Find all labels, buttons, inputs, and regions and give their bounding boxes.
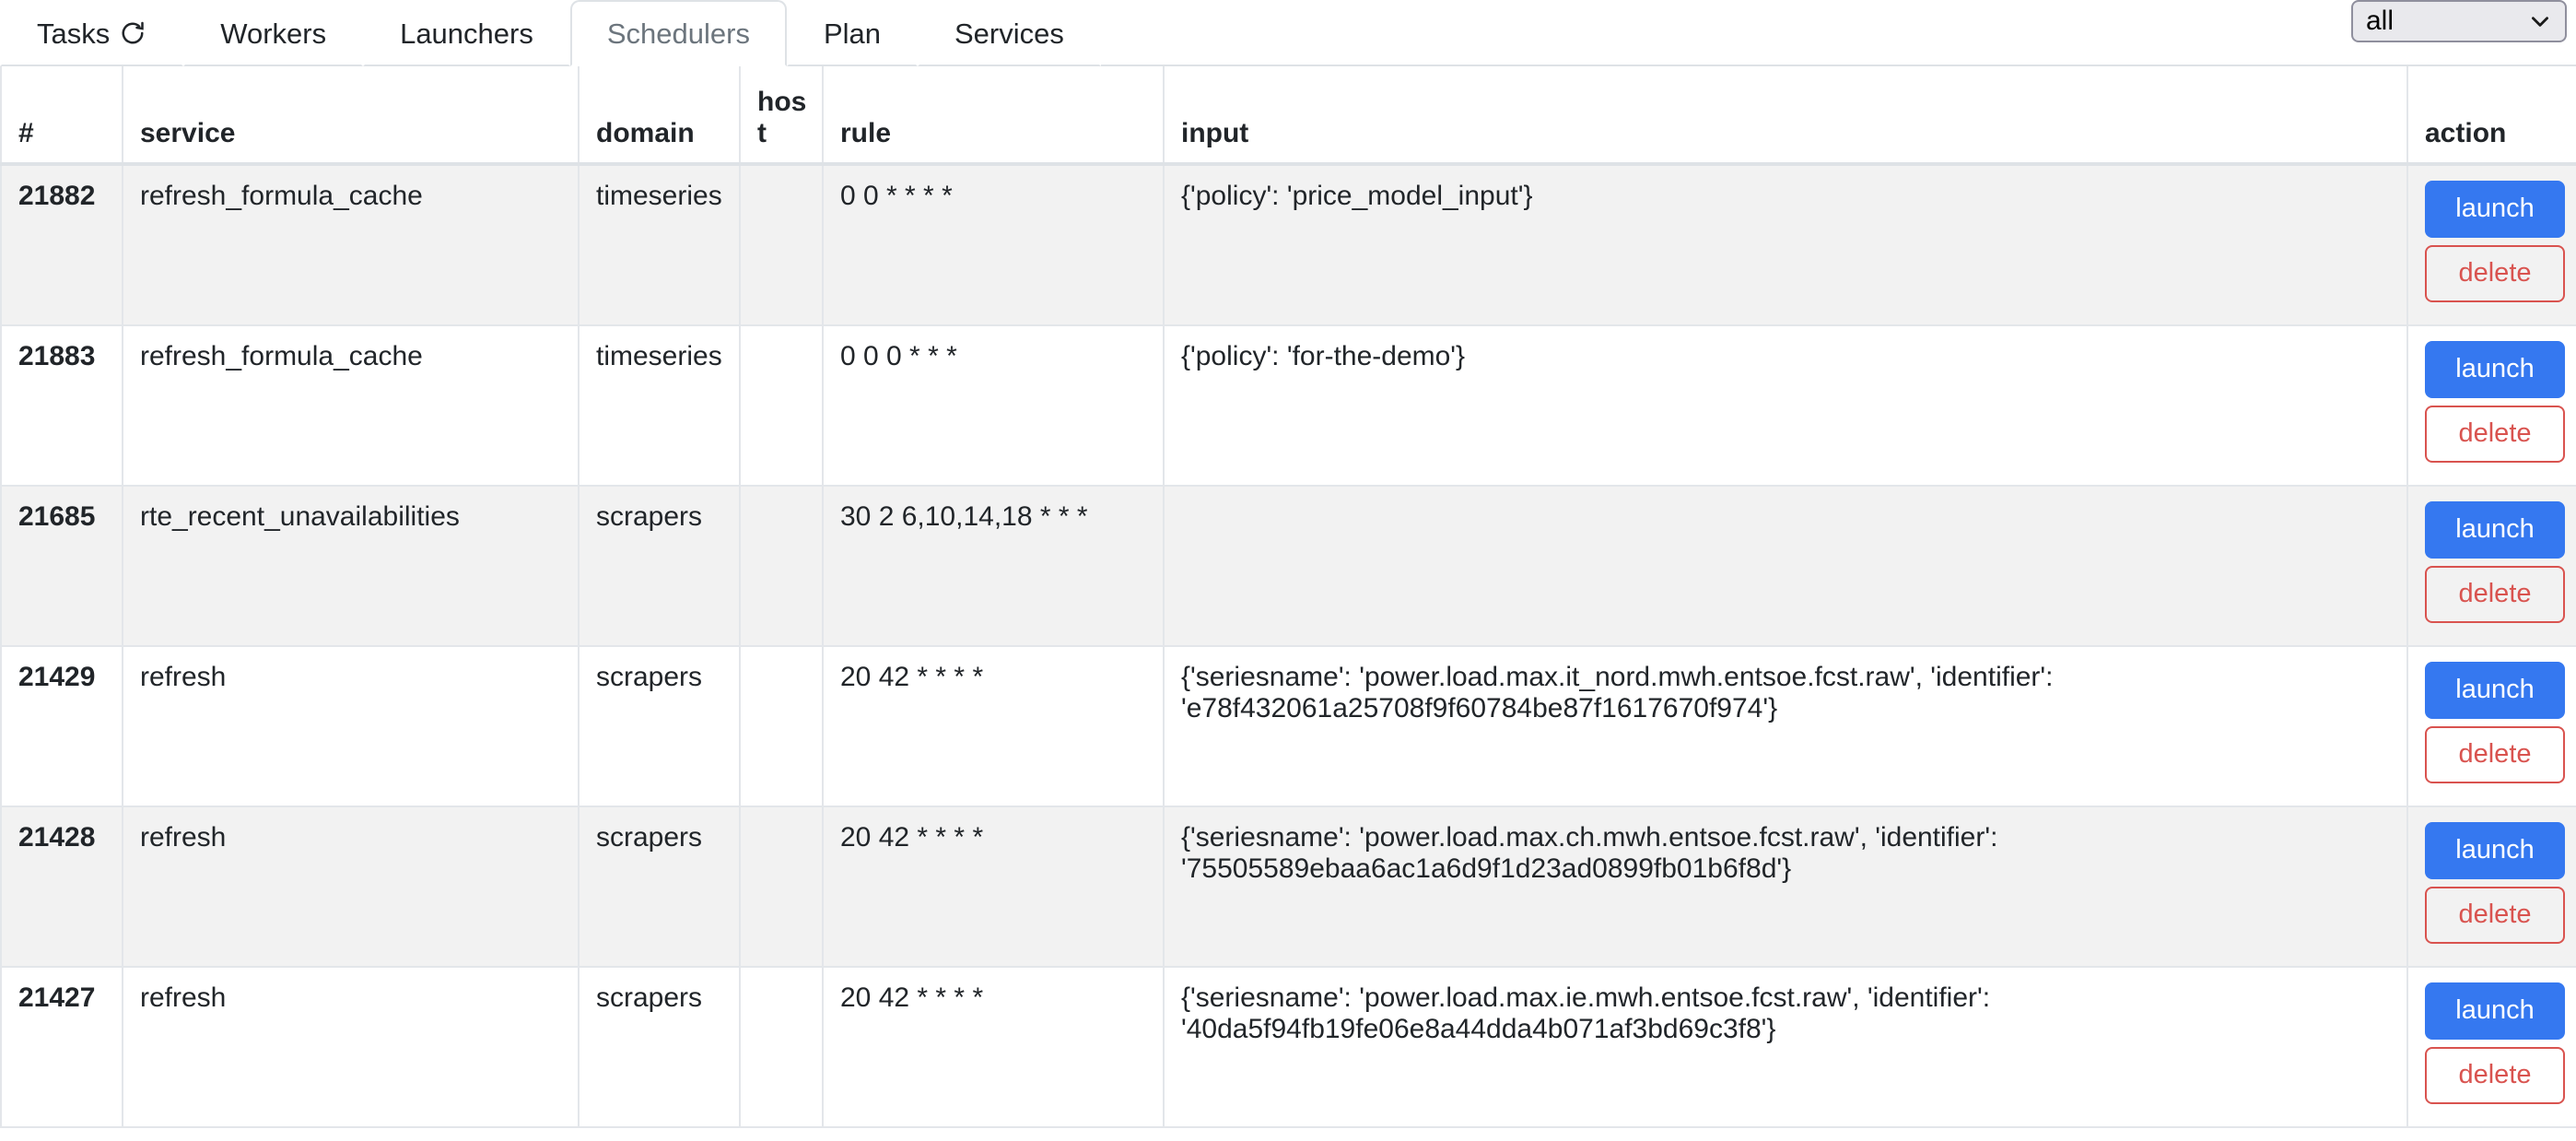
cell-rule: 30 2 6,10,14,18 * * * [822,485,1165,647]
domain-filter-value: all [2366,6,2395,36]
cell-domain: timeseries [578,163,741,326]
main-tab-bar: Tasks Workers Launchers Schedulers Plan Servi… [0,0,2576,66]
tab-label: Tasks [37,17,111,50]
column-header-input: input [1163,66,2408,166]
delete-button[interactable]: delete [2425,887,2565,944]
cell-rule: 20 42 * * * * [822,645,1165,807]
launch-button[interactable]: launch [2425,341,2565,398]
cell-action: launch delete [2406,806,2576,968]
tab-services[interactable]: Services [918,0,1101,66]
cell-rule: 0 0 * * * * [822,163,1165,326]
cell-domain: scrapers [578,485,741,647]
domain-filter-select[interactable]: all [2351,0,2567,42]
cell-input: {'seriesname': 'power.load.max.ie.mwh.en… [1163,966,2408,1128]
cell-id: 21883 [0,324,123,487]
cell-host [739,966,824,1128]
delete-button[interactable]: delete [2425,406,2565,463]
cell-action: launch delete [2406,163,2576,326]
cell-host [739,485,824,647]
table-row: 21685 rte_recent_unavailabilities scrapers… [0,485,2576,647]
cell-domain: scrapers [578,966,741,1128]
chevron-down-icon [2528,9,2552,33]
table-row: 21429 refresh scrapers 20 42 * * * * {'serie… [0,645,2576,807]
cell-id: 21685 [0,485,123,647]
cell-id: 21882 [0,163,123,326]
cell-rule: 0 0 0 * * * [822,324,1165,487]
launch-button[interactable]: launch [2425,982,2565,1040]
cell-rule: 20 42 * * * * [822,806,1165,968]
cell-action: launch delete [2406,966,2576,1128]
tab-list: Tasks Workers Launchers Schedulers Plan Servi… [0,0,1101,66]
table-row: 21428 refresh scrapers 20 42 * * * * {'serie… [0,806,2576,968]
cell-action: launch delete [2406,324,2576,487]
column-header-id: # [0,66,123,166]
table-row: 21883 refresh_formula_cache timeseries 0 0 … [0,324,2576,487]
cell-input: {'policy': 'price_model_input'} [1163,163,2408,326]
delete-button[interactable]: delete [2425,566,2565,623]
launch-button[interactable]: launch [2425,822,2565,879]
cell-service: refresh_formula_cache [122,163,580,326]
tab-launchers[interactable]: Launchers [363,0,570,66]
table-header-row: # service domain host rule input action [0,66,2576,166]
cell-host [739,163,824,326]
schedulers-table: # service domain host rule input action 21882 r… [0,66,2576,1128]
tab-label: Workers [220,17,327,50]
cell-id: 21428 [0,806,123,968]
cell-service: refresh_formula_cache [122,324,580,487]
cell-input [1163,485,2408,647]
cell-service: refresh [122,806,580,968]
cell-id: 21429 [0,645,123,807]
tab-label: Schedulers [606,17,750,50]
cell-input: {'policy': 'for-the-demo'} [1163,324,2408,487]
schedulers-table-container: # service domain host rule input action 21882 r… [0,66,2576,1128]
cell-domain: scrapers [578,645,741,807]
cell-input: {'seriesname': 'power.load.max.it_nord.m… [1163,645,2408,807]
cell-service: refresh [122,966,580,1128]
column-header-host: host [739,66,824,166]
column-header-action: action [2406,66,2576,166]
tab-tasks[interactable]: Tasks [0,0,184,66]
cell-service: rte_recent_unavailabilities [122,485,580,647]
table-row: 21882 refresh_formula_cache timeseries 0 0 … [0,163,2576,326]
cell-rule: 20 42 * * * * [822,966,1165,1128]
table-body: 21882 refresh_formula_cache timeseries 0 0 … [0,163,2576,1128]
cell-host [739,806,824,968]
tab-label: Services [954,17,1064,50]
launch-button[interactable]: launch [2425,662,2565,719]
cell-input: {'seriesname': 'power.load.max.ch.mwh.en… [1163,806,2408,968]
cell-host [739,324,824,487]
launch-button[interactable]: launch [2425,181,2565,238]
tab-schedulers[interactable]: Schedulers [569,0,787,66]
tab-plan[interactable]: Plan [786,0,918,66]
tab-workers[interactable]: Workers [183,0,364,66]
launch-button[interactable]: launch [2425,501,2565,559]
column-header-domain: domain [578,66,741,166]
table-header: # service domain host rule input action [0,66,2576,166]
delete-button[interactable]: delete [2425,726,2565,783]
cell-id: 21427 [0,966,123,1128]
column-header-service: service [122,66,580,166]
delete-button[interactable]: delete [2425,1047,2565,1104]
cell-domain: timeseries [578,324,741,487]
cell-service: refresh [122,645,580,807]
cell-host [739,645,824,807]
table-row: 21427 refresh scrapers 20 42 * * * * {'serie… [0,966,2576,1128]
cell-action: launch delete [2406,645,2576,807]
tab-label: Launchers [400,17,533,50]
refresh-icon[interactable] [119,19,146,47]
cell-action: launch delete [2406,485,2576,647]
tab-label: Plan [823,17,881,50]
delete-button[interactable]: delete [2425,245,2565,302]
column-header-rule: rule [822,66,1165,166]
cell-domain: scrapers [578,806,741,968]
